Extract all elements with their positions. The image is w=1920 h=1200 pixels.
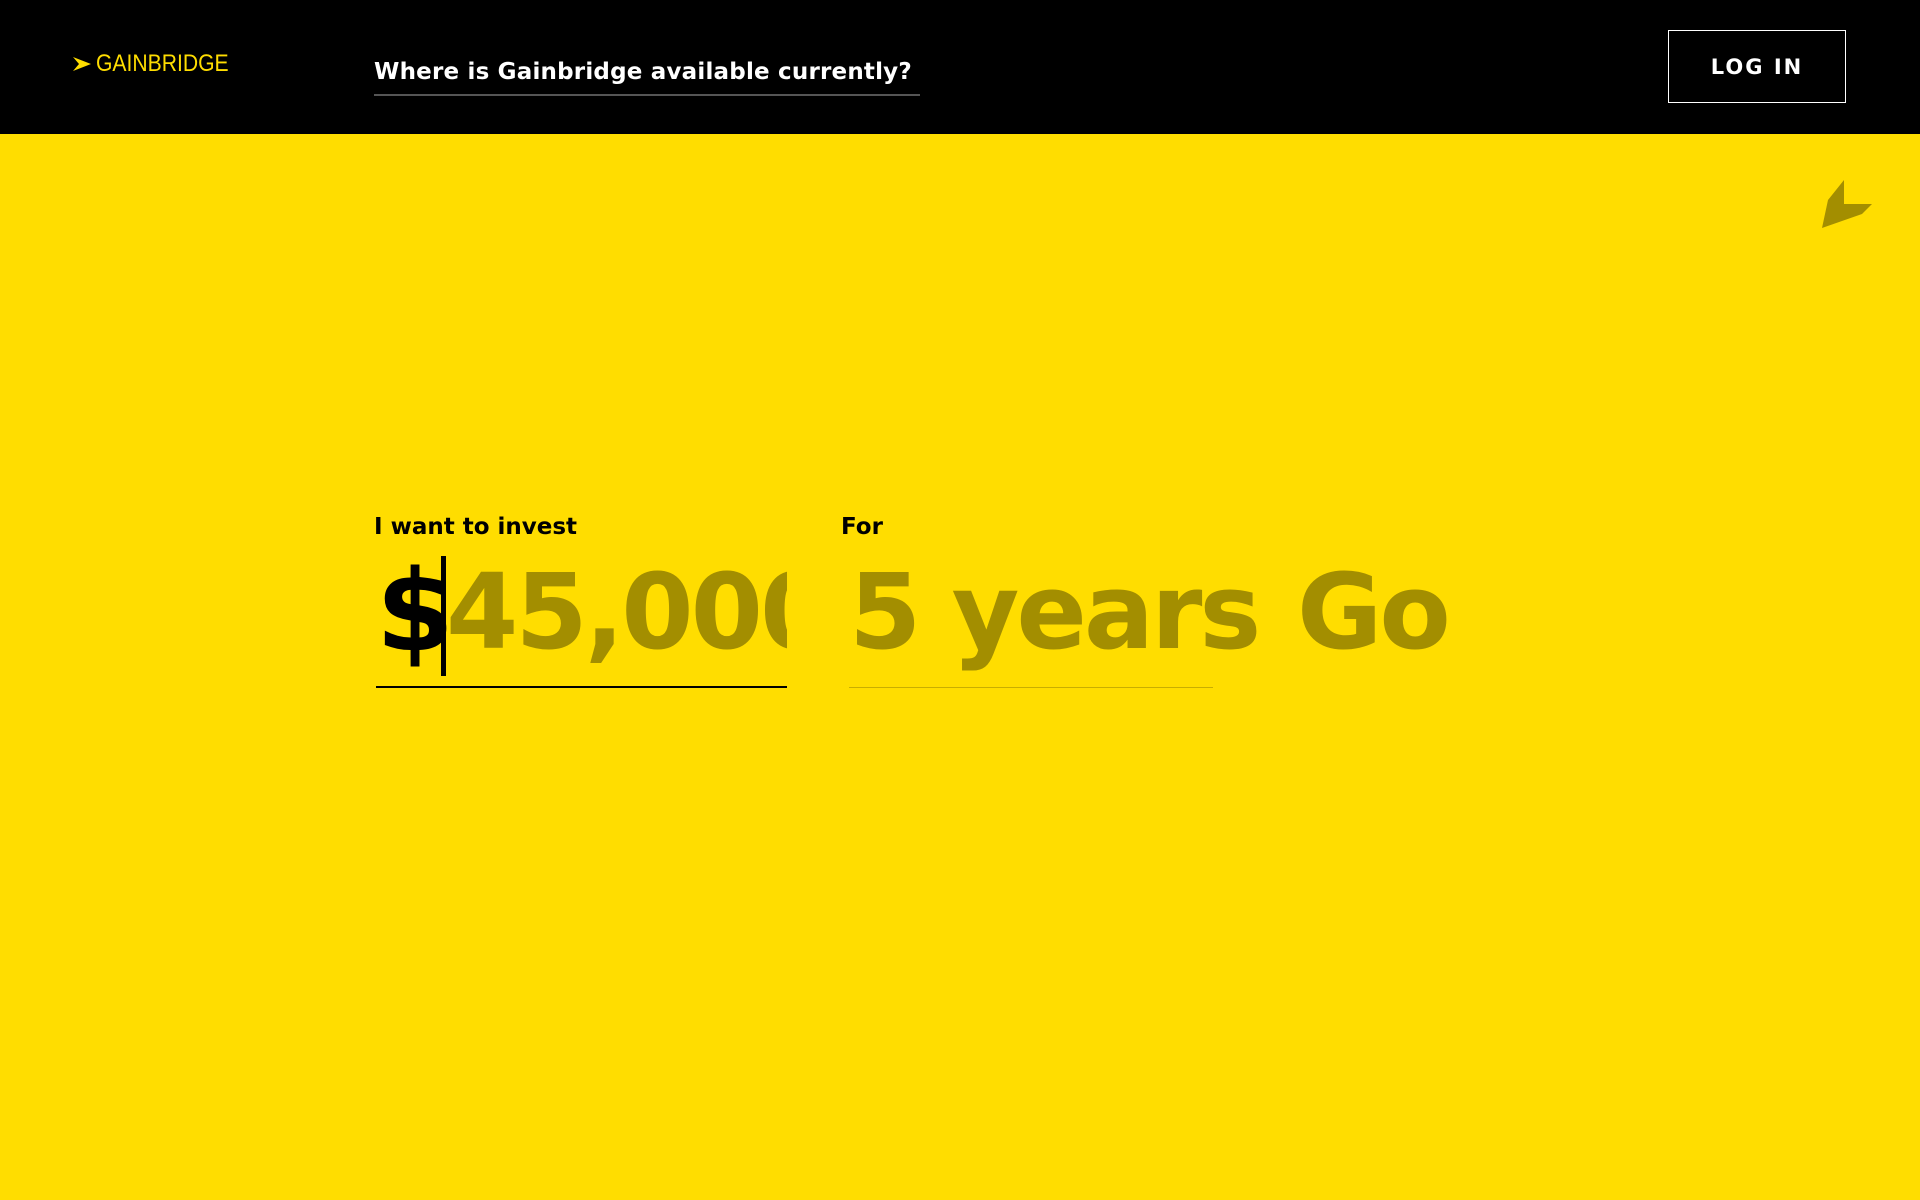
go-button[interactable]: Go [1297, 548, 1451, 676]
amount-field[interactable]: $ [376, 548, 787, 688]
top-nav-bar: GAINBRIDGE Where is Gainbridge available… [0, 0, 1920, 134]
gainbridge-logo[interactable]: GAINBRIDGE [72, 48, 247, 80]
term-label: For [841, 514, 883, 540]
logo-text: GAINBRIDGE [96, 50, 229, 77]
invest-amount-label: I want to invest [374, 514, 578, 540]
arrow-logo-icon [72, 54, 92, 74]
term-value: 5 years [849, 551, 1261, 673]
amount-input[interactable] [446, 548, 787, 676]
term-select[interactable]: 5 years [849, 548, 1261, 688]
availability-faq-link[interactable]: Where is Gainbridge available currently? [374, 56, 920, 96]
login-button[interactable]: LOG IN [1668, 30, 1846, 103]
arrow-mark-icon [1820, 178, 1872, 230]
